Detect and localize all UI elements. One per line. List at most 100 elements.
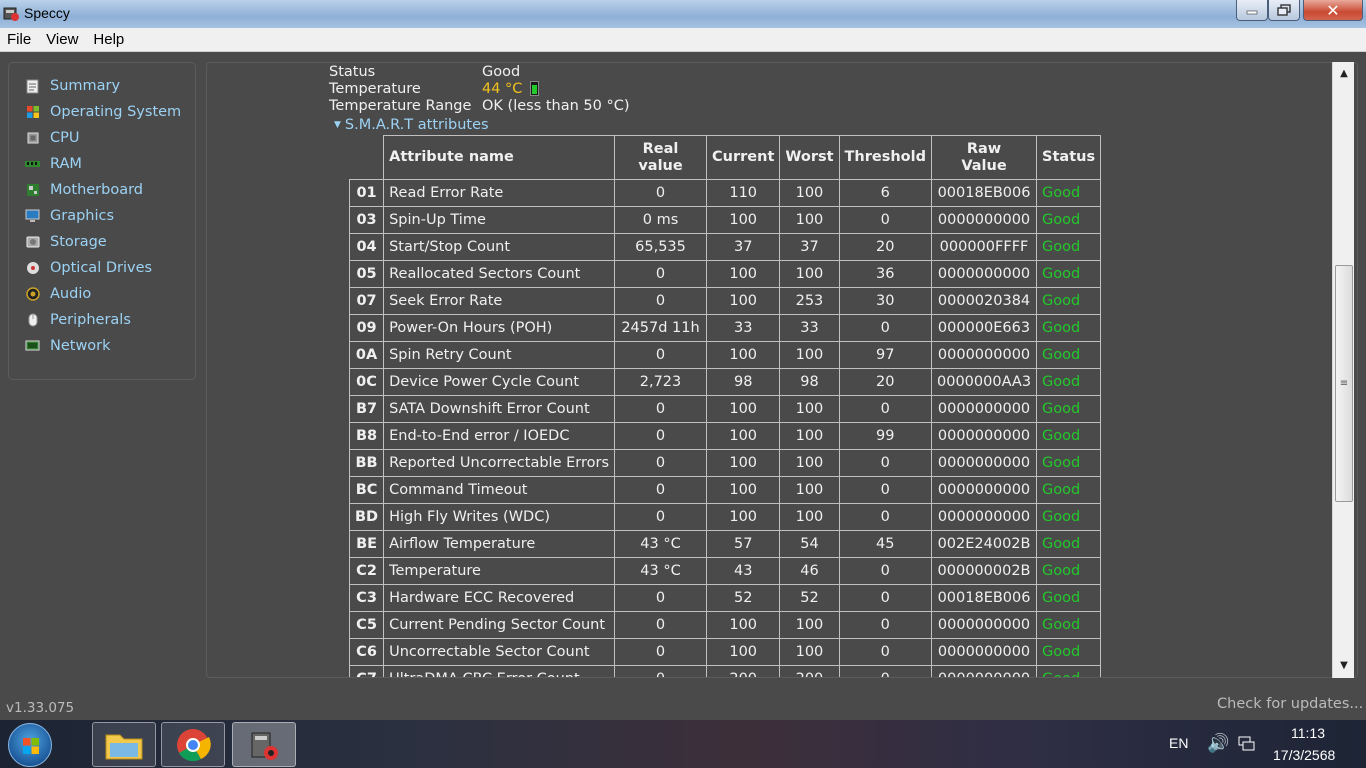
worst-cell: 100 [779, 206, 840, 234]
attribute-id-cell: C3 [348, 584, 385, 612]
sidebar-item-network[interactable]: Network [9, 333, 195, 359]
scroll-up-button[interactable]: ▲ [1333, 62, 1355, 84]
summary-icon [25, 79, 40, 94]
smart-attributes-toggle[interactable]: ▼ S.M.A.R.T attributes [334, 117, 489, 133]
attribute-id-cell: C5 [348, 611, 385, 639]
disc-icon [25, 261, 40, 276]
table-row: C2 Temperature 43 °C 43 46 0 000000002B Good [348, 557, 1102, 585]
taskbar-speccy-button[interactable] [232, 722, 296, 767]
current-cell: 98 [706, 368, 781, 396]
raw-value-cell: 0000000000 [930, 665, 1038, 677]
current-cell: 100 [706, 611, 781, 639]
smart-heading-label: S.M.A.R.T attributes [344, 117, 489, 133]
start-button[interactable] [8, 723, 52, 767]
status-cell: Good [1036, 503, 1102, 531]
sidebar-item-peripherals[interactable]: Peripherals [9, 307, 195, 333]
table-row: C6 Uncorrectable Sector Count 0 100 100 0 0000… [348, 638, 1102, 666]
menu-file[interactable]: File [7, 31, 31, 48]
table-row: B7 SATA Downshift Error Count 0 100 100 0 0000… [348, 395, 1102, 423]
taskbar-chrome-button[interactable] [161, 722, 225, 767]
collapse-triangle-icon: ▼ [334, 120, 341, 130]
real-value-cell: 0 [614, 449, 708, 477]
taskbar: EN 🔊 11:13 17/3/2568 [0, 720, 1366, 768]
raw-value-cell: 0000000000 [930, 341, 1038, 369]
status-cell: Good [1036, 449, 1102, 477]
table-row: BD High Fly Writes (WDC) 0 100 100 0 000000000… [348, 503, 1102, 531]
worst-cell: 100 [779, 476, 840, 504]
sidebar-item-operating-system[interactable]: Operating System [9, 99, 195, 125]
status-cell: Good [1036, 584, 1102, 612]
attribute-id-cell: BE [348, 530, 385, 558]
status-cell: Good [1036, 314, 1102, 342]
vertical-scrollbar[interactable]: ▲ ≡ ▼ [1332, 62, 1354, 678]
status-cell: Good [1036, 179, 1102, 207]
sidebar-item-ram[interactable]: RAM [9, 151, 195, 177]
scroll-down-button[interactable]: ▼ [1333, 654, 1355, 676]
temperature-row: Temperature 44 °C [329, 81, 630, 98]
sidebar-item-summary[interactable]: Summary [9, 73, 195, 99]
sidebar-item-graphics[interactable]: Graphics [9, 203, 195, 229]
raw-value-cell: 000000E663 [930, 314, 1038, 342]
worst-cell: 100 [779, 341, 840, 369]
real-value-cell: 0 [614, 422, 708, 450]
arrow-down-icon: ▼ [1340, 659, 1348, 671]
sidebar-item-label: Operating System [50, 104, 182, 120]
attribute-name-cell: Start/Stop Count [383, 233, 616, 261]
sidebar-item-motherboard[interactable]: Motherboard [9, 177, 195, 203]
status-cell: Good [1036, 395, 1102, 423]
worst-cell: 100 [779, 260, 840, 288]
table-row: 0C Device Power Cycle Count 2,723 98 98 20 000… [348, 368, 1102, 396]
attribute-id-cell: 05 [348, 260, 385, 288]
attribute-name-cell: Airflow Temperature [383, 530, 616, 558]
threshold-cell: 0 [838, 395, 933, 423]
worst-cell: 100 [779, 503, 840, 531]
taskbar-explorer-button[interactable] [92, 722, 156, 767]
temperature-label: Temperature [329, 81, 421, 97]
volume-icon[interactable]: 🔊 [1207, 733, 1229, 754]
real-value-cell: 43 °C [614, 530, 708, 558]
check-updates-link[interactable]: Check for updates... [1217, 696, 1363, 712]
attribute-id-cell: 04 [348, 233, 385, 261]
real-value-cell: 0 [614, 611, 708, 639]
speccy-icon [251, 732, 278, 760]
clock-time[interactable]: 11:13 [1291, 725, 1325, 741]
sidebar-item-cpu[interactable]: CPU [9, 125, 195, 151]
sidebar-item-optical-drives[interactable]: Optical Drives [9, 255, 195, 281]
sidebar-item-label: Summary [50, 78, 121, 94]
window-title: Speccy [24, 5, 70, 21]
worst-cell: 33 [779, 314, 840, 342]
current-cell: 100 [706, 260, 781, 288]
close-button[interactable]: ✕ [1303, 0, 1363, 21]
real-value-cell: 2,723 [614, 368, 708, 396]
attribute-id-cell: 0A [348, 341, 385, 369]
attribute-name-cell: Uncorrectable Sector Count [383, 638, 616, 666]
minimize-button[interactable] [1236, 0, 1268, 21]
language-indicator[interactable]: EN [1169, 735, 1188, 751]
status-cell: Good [1036, 665, 1102, 677]
maximize-button[interactable] [1268, 0, 1300, 21]
attribute-id-cell: 09 [348, 314, 385, 342]
scrollbar-thumb[interactable]: ≡ [1335, 265, 1353, 502]
minimize-icon [1246, 10, 1258, 15]
network-status-icon[interactable] [1238, 736, 1256, 752]
menu-view[interactable]: View [46, 31, 78, 48]
status-header: Status [1036, 135, 1102, 180]
status-cell: Good [1036, 611, 1102, 639]
current-cell: 100 [706, 638, 781, 666]
attribute-name-cell: Read Error Rate [383, 179, 616, 207]
clock-date[interactable]: 17/3/2568 [1273, 747, 1335, 763]
cpu-icon [25, 131, 40, 146]
sidebar-item-label: RAM [50, 156, 82, 172]
menu-help[interactable]: Help [93, 31, 124, 48]
sidebar-item-label: Optical Drives [50, 260, 153, 276]
sidebar-item-storage[interactable]: Storage [9, 229, 195, 255]
real-value-cell: 0 [614, 584, 708, 612]
worst-cell: 100 [779, 179, 840, 207]
sidebar-item-audio[interactable]: Audio [9, 281, 195, 307]
folder-icon [105, 734, 143, 759]
current-cell: 100 [706, 287, 781, 315]
table-row: BB Reported Uncorrectable Errors 0 100 100 0 0… [348, 449, 1102, 477]
threshold-cell: 45 [838, 530, 933, 558]
status-row: Status Good [329, 64, 630, 81]
raw-value-cell: 0000000000 [930, 503, 1038, 531]
